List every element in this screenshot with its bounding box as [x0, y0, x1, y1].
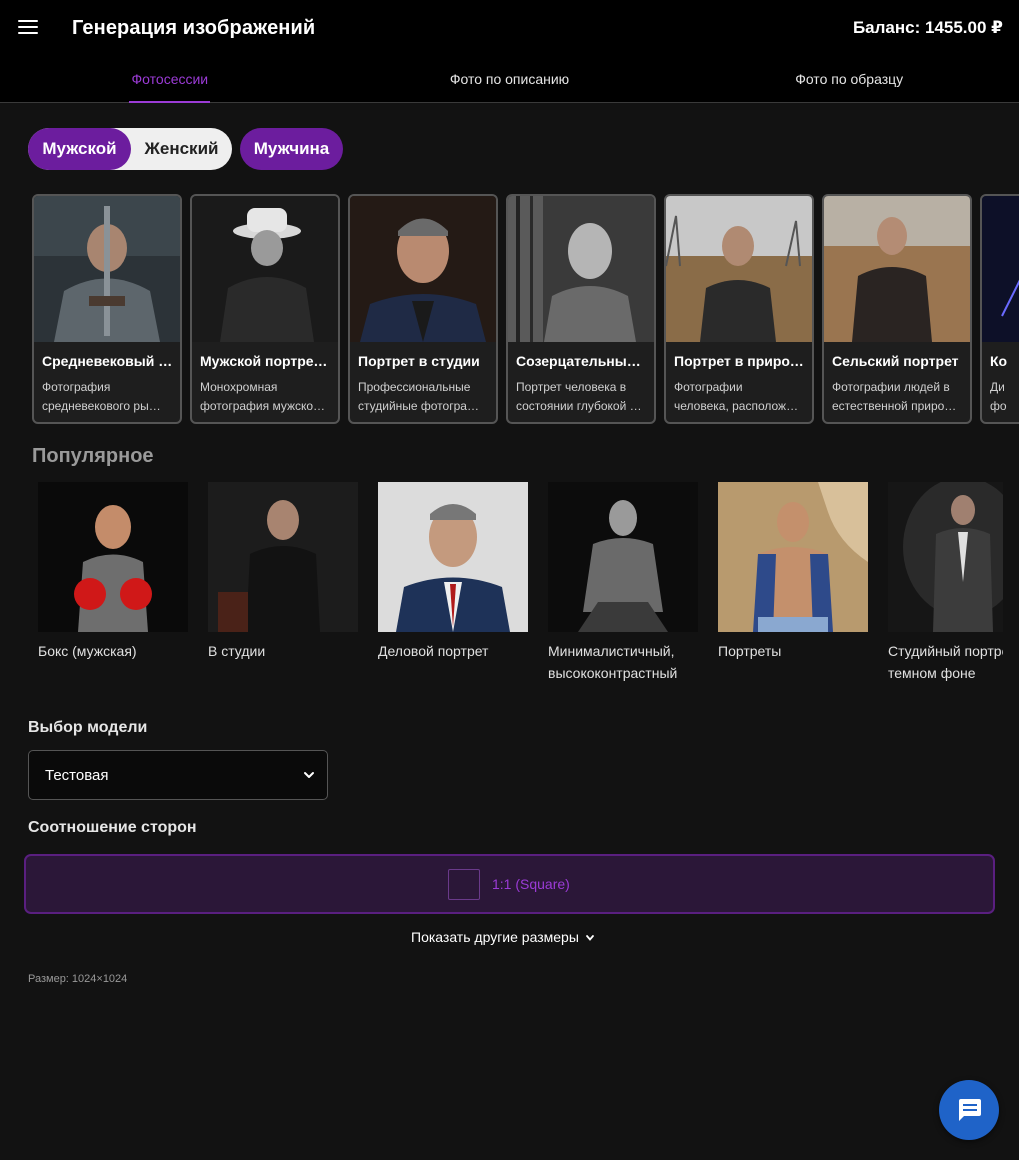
popular-label: Студийный портрет на темном фоне	[888, 643, 1003, 681]
chat-button[interactable]	[939, 1080, 999, 1140]
photosession-card[interactable]: Мужской портрет… Монохромная фотография м…	[190, 194, 340, 424]
photosession-description: Профессиональные студийные фотогра…	[358, 380, 479, 413]
hamburger-menu-icon[interactable]	[18, 20, 38, 36]
gender-option-female[interactable]: Женский	[131, 128, 232, 170]
popular-label: В студии	[208, 643, 266, 659]
popular-label: Бокс (мужская)	[38, 643, 137, 659]
popular-card[interactable]: Студийный портрет на темном фоне	[888, 482, 1003, 682]
active-tab-indicator	[129, 101, 210, 103]
popular-card[interactable]: Портреты	[718, 482, 868, 662]
page-title: Генерация изображений	[72, 17, 316, 39]
popular-image	[548, 482, 698, 632]
gender-option-male[interactable]: Мужской	[28, 128, 131, 170]
popular-label: Деловой портрет	[378, 643, 489, 659]
model-select[interactable]: Тестовая	[28, 750, 328, 800]
aspect-ratio-option-label: 1:1 (Square)	[492, 876, 570, 892]
person-model-button[interactable]: Мужчина	[240, 128, 343, 170]
popular-image	[718, 482, 868, 632]
photosession-description: Портрет человека в состоянии глубокой …	[516, 380, 642, 413]
photosession-card[interactable]: Созерцательный … Портрет человека в состо…	[506, 194, 656, 424]
chevron-down-icon	[586, 935, 594, 942]
tab-bar: Фотосессии Фото по описанию Фото по обра…	[0, 60, 1019, 103]
tab-photo-by-sample[interactable]: Фото по образцу	[679, 60, 1019, 103]
photosession-description: Фотографии людей в естественной приро…	[832, 380, 957, 413]
photosession-image	[824, 196, 970, 342]
photosession-description: Фотографии человека, располож…	[674, 380, 799, 413]
model-select-value: Тестовая	[45, 767, 109, 784]
photosession-image	[34, 196, 180, 342]
photosession-title: Ко	[990, 353, 1008, 369]
balance-text: Баланс: 1455.00 ₽	[852, 18, 1003, 37]
square-ratio-icon	[448, 869, 480, 900]
photosession-image	[666, 196, 812, 342]
photosession-description: Ди фо	[990, 380, 1007, 413]
show-more-sizes-label: Показать другие размеры	[411, 929, 579, 945]
gender-toggle: Мужской Женский	[28, 128, 232, 170]
popular-card[interactable]: Деловой портрет	[378, 482, 528, 662]
aspect-ratio-label: Соотношение сторон	[28, 819, 197, 836]
photosession-description: Фотография средневекового ры…	[42, 380, 161, 413]
popular-image	[888, 482, 1003, 632]
popular-section-title: Популярное	[32, 445, 154, 467]
photosession-card[interactable]: Ко Ди фо	[980, 194, 1019, 424]
photosession-image	[982, 196, 1019, 342]
popular-card[interactable]: Минималистичный, высококонтрастный	[548, 482, 698, 682]
popular-image	[208, 482, 358, 632]
chevron-down-icon	[304, 772, 314, 778]
photosession-title: Портрет в студии	[358, 353, 480, 369]
photosession-image	[508, 196, 654, 342]
photosession-card[interactable]: Средневековый … Фотография средневекового…	[32, 194, 182, 424]
popular-card[interactable]: Бокс (мужская)	[38, 482, 188, 662]
show-more-sizes-button[interactable]: Показать другие размеры	[411, 929, 595, 945]
popular-card[interactable]: В студии	[208, 482, 358, 662]
photosession-title: Портрет в природе	[674, 353, 806, 369]
photosession-title: Мужской портрет…	[200, 353, 332, 369]
photosession-card[interactable]: Портрет в студии Профессиональные студийн…	[348, 194, 498, 424]
app-root: Генерация изображений Баланс: 1455.00 ₽ …	[0, 0, 1019, 1160]
photosession-carousel: Средневековый … Фотография средневекового…	[32, 194, 1019, 424]
photosession-card[interactable]: Сельский портрет Фотографии людей в естес…	[822, 194, 972, 424]
aspect-ratio-option-square[interactable]: 1:1 (Square)	[24, 854, 995, 914]
photosession-title: Созерцательный …	[516, 353, 648, 369]
popular-image	[38, 482, 188, 632]
popular-carousel: Бокс (мужская) В студии Деловой портрет	[38, 482, 1003, 682]
size-info: Размер: 1024×1024	[28, 973, 128, 985]
tab-photo-by-description[interactable]: Фото по описанию	[340, 60, 680, 103]
photosession-card[interactable]: Портрет в природе Фотографии человека, ра…	[664, 194, 814, 424]
popular-label: Портреты	[718, 643, 782, 659]
photosession-title: Средневековый …	[42, 353, 173, 369]
photosession-description: Монохромная фотография мужско…	[200, 380, 326, 413]
popular-label: Минималистичный, высококонтрастный	[548, 643, 678, 681]
photosession-title: Сельский портрет	[832, 353, 959, 369]
top-bar: Генерация изображений Баланс: 1455.00 ₽ …	[0, 0, 1019, 103]
chat-message-icon	[959, 1099, 981, 1121]
photosession-image	[350, 196, 496, 342]
model-select-label: Выбор модели	[28, 719, 148, 736]
tab-photosessions[interactable]: Фотосессии	[0, 60, 340, 103]
popular-image	[378, 482, 528, 632]
photosession-image	[192, 196, 338, 342]
